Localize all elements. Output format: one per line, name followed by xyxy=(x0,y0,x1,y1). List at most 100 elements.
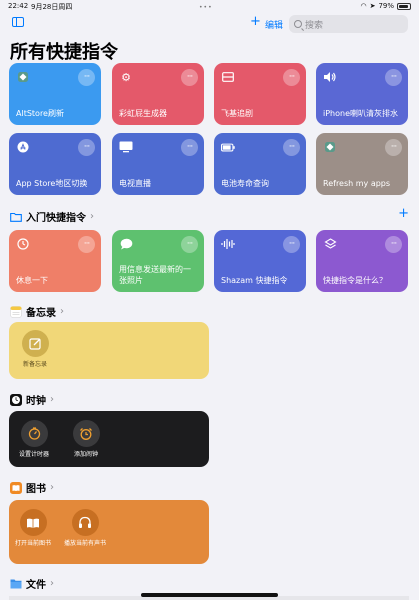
altstore-icon xyxy=(16,70,30,84)
altstore-icon xyxy=(323,140,337,154)
timer-icon xyxy=(16,237,30,251)
section-books-header[interactable]: 图书 › xyxy=(10,480,54,495)
alarm-clock-icon xyxy=(72,420,100,447)
section-title: 备忘录 xyxy=(26,308,56,319)
search-placeholder: 搜索 xyxy=(305,20,324,31)
folder-icon xyxy=(10,212,22,222)
shortcut-card[interactable]: ··· 电池寿命查询 xyxy=(214,133,306,195)
battery-percent: 79% xyxy=(378,2,394,10)
battery-icon xyxy=(221,140,235,154)
status-date: 9月28日周四 xyxy=(31,3,73,11)
more-options-icon[interactable]: ··· xyxy=(385,139,402,156)
layers-icon xyxy=(323,237,337,251)
section-title: 时钟 xyxy=(26,396,46,407)
add-starter-button[interactable]: + xyxy=(398,206,409,221)
status-bar: 22:42 9月28日周四 ••• ◠ ➤ 79% xyxy=(0,0,419,12)
section-title: 图书 xyxy=(26,484,46,495)
more-options-icon[interactable]: ··· xyxy=(181,139,198,156)
shortcut-card[interactable]: ··· AltStore刷新 xyxy=(9,63,101,125)
play-audiobook-button[interactable]: 播放当前有声书 xyxy=(63,509,107,548)
widget-label: 新备忘录 xyxy=(22,361,47,368)
shortcut-card[interactable]: ··· iPhone喇叭清灰排水 xyxy=(316,63,408,125)
battery-icon xyxy=(397,2,411,10)
chevron-right-icon: › xyxy=(90,211,94,222)
search-icon xyxy=(294,20,302,28)
shortcut-title: 用信息发送最新的一张照片 xyxy=(119,265,191,285)
shortcut-card[interactable]: ··· 电视直播 xyxy=(112,133,204,195)
more-options-icon[interactable]: ··· xyxy=(181,69,198,86)
multitasking-dots-icon[interactable]: ••• xyxy=(199,4,213,11)
shortcut-title: 电池寿命查询 xyxy=(221,179,269,188)
add-alarm-button[interactable]: 添加闹钟 xyxy=(64,420,108,459)
section-starter-header[interactable]: 入门快捷指令 › xyxy=(10,209,94,224)
shortcut-card[interactable]: ··· 用信息发送最新的一张照片 xyxy=(112,230,204,292)
headphones-icon xyxy=(71,509,99,536)
sidebar-toggle-icon[interactable] xyxy=(12,17,24,27)
shortcut-title: AltStore刷新 xyxy=(16,109,64,118)
shortcut-title: 快捷指令是什么？ xyxy=(323,276,387,285)
speaker-icon xyxy=(323,70,337,84)
chevron-right-icon: › xyxy=(50,482,54,493)
open-current-book-button[interactable]: 打开当前图书 xyxy=(11,509,55,548)
status-right: ◠ ➤ 79% xyxy=(360,2,411,10)
shortcut-title: 休息一下 xyxy=(16,276,48,285)
more-options-icon[interactable]: ··· xyxy=(283,236,300,253)
shortcut-card[interactable]: ··· 快捷指令是什么？ xyxy=(316,230,408,292)
home-indicator[interactable] xyxy=(141,593,278,597)
search-input[interactable]: 搜索 xyxy=(289,15,408,33)
section-notes-header[interactable]: 备忘录 › xyxy=(10,304,64,319)
status-time: 22:42 xyxy=(8,2,29,10)
page-title: 所有快捷指令 xyxy=(10,42,118,63)
shortcut-title: 飞基追剧 xyxy=(221,109,253,118)
timer-icon xyxy=(20,420,48,447)
shortcut-card[interactable]: ··· Refresh my apps xyxy=(316,133,408,195)
widget-label: 添加闹钟 xyxy=(73,451,98,458)
location-icon: ➤ xyxy=(369,2,376,10)
shortcut-title: Refresh my apps xyxy=(323,179,391,188)
more-options-icon[interactable]: ··· xyxy=(283,139,300,156)
clock-app-icon xyxy=(10,393,22,406)
shortcut-title: App Store地区切换 xyxy=(16,179,88,188)
notes-widget: 新备忘录 xyxy=(9,322,209,379)
more-options-icon[interactable]: ··· xyxy=(283,69,300,86)
edit-button[interactable]: 编辑 xyxy=(265,18,283,31)
shortcut-card[interactable]: ··· Shazam 快捷指令 xyxy=(214,230,306,292)
compose-icon xyxy=(21,330,49,357)
message-icon xyxy=(119,237,133,251)
shortcut-card[interactable]: ··· App Store地区切换 xyxy=(9,133,101,195)
chevron-right-icon: › xyxy=(50,394,54,405)
books-widget: 打开当前图书 播放当前有声书 xyxy=(9,500,209,564)
notes-app-icon xyxy=(10,305,22,318)
section-title: 入门快捷指令 xyxy=(26,213,86,224)
chevron-right-icon: › xyxy=(60,306,64,317)
tv-box-icon xyxy=(221,70,235,84)
shortcut-card[interactable]: ··· 休息一下 xyxy=(9,230,101,292)
books-app-icon xyxy=(10,481,22,494)
gear-icon: ⚙ xyxy=(121,70,131,84)
shortcut-title: iPhone喇叭清灰排水 xyxy=(323,109,399,118)
section-title: 文件 xyxy=(26,580,46,591)
shortcut-title: 彩虹屁生成器 xyxy=(119,109,167,118)
more-options-icon[interactable]: ··· xyxy=(181,236,198,253)
shortcut-title: 电视直播 xyxy=(119,179,151,188)
more-options-icon[interactable]: ··· xyxy=(385,69,402,86)
add-shortcut-button[interactable]: + xyxy=(250,15,261,28)
section-clock-header[interactable]: 时钟 › xyxy=(10,392,54,407)
files-app-icon xyxy=(10,579,22,589)
chevron-right-icon: › xyxy=(50,578,54,589)
more-options-icon[interactable]: ··· xyxy=(78,69,95,86)
widget-label: 打开当前图书 xyxy=(14,540,51,547)
set-timer-button[interactable]: 设置计时器 xyxy=(12,420,56,459)
more-options-icon[interactable]: ··· xyxy=(385,236,402,253)
more-options-icon[interactable]: ··· xyxy=(78,236,95,253)
more-options-icon[interactable]: ··· xyxy=(78,139,95,156)
app-store-icon xyxy=(16,140,30,154)
waveform-icon xyxy=(221,237,235,251)
clock-widget: 设置计时器 添加闹钟 xyxy=(9,411,209,467)
book-icon xyxy=(19,509,47,536)
section-files-header[interactable]: 文件 › xyxy=(10,576,54,591)
shortcut-card[interactable]: ⚙ ··· 彩虹屁生成器 xyxy=(112,63,204,125)
shortcut-card[interactable]: ··· 飞基追剧 xyxy=(214,63,306,125)
monitor-icon xyxy=(119,140,133,154)
new-note-button[interactable]: 新备忘录 xyxy=(15,330,55,369)
